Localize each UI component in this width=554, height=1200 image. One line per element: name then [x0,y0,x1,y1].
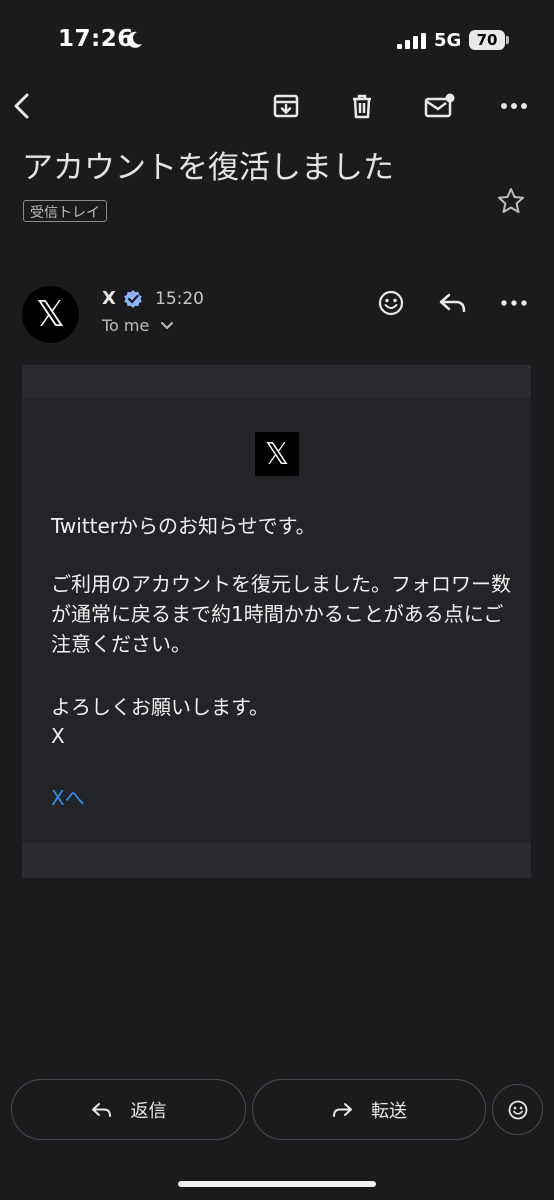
signal-icon [397,33,426,49]
email-body-footer-band [22,843,531,878]
battery-cap [506,36,509,44]
verified-badge-icon [124,290,142,308]
email-subject: アカウントを復活しました [22,150,394,186]
reply-button[interactable]: 返信 [11,1079,246,1140]
reply-icon [91,1102,111,1117]
reply-icon-button[interactable] [435,286,471,320]
delete-icon [353,94,371,119]
mark-unread-icon [424,93,455,118]
forward-label: 転送 [371,1100,407,1122]
body-paragraph: よろしくお願いします。 [51,695,269,719]
x-logo-icon: 𝕏 [255,432,299,476]
star-button[interactable] [496,186,526,220]
delete-button[interactable] [344,88,380,124]
sent-time: 15:20 [155,289,204,309]
add-reaction-button[interactable] [374,286,408,320]
home-indicator[interactable] [178,1181,376,1187]
inbox-label-chip[interactable]: 受信トレイ [23,200,107,222]
back-button[interactable] [4,88,40,124]
x-logo-glyph: 𝕏 [264,436,290,472]
emoji-icon [378,290,404,316]
body-signature: X [51,724,65,748]
chevron-down-icon[interactable] [160,321,174,331]
network-label: 5G [434,30,462,51]
archive-button[interactable] [268,88,304,124]
back-icon [14,93,29,119]
forward-button[interactable]: 転送 [252,1079,486,1140]
email-body-header-band [22,365,531,398]
sender-avatar[interactable]: 𝕏 [22,286,79,343]
body-paragraph: Twitterからのお知らせです。 [51,514,316,538]
body-paragraph: ご利用のアカウントを復元しました。フォロワー数が通常に戻るまで約1時間かかること… [51,572,511,656]
x-logo-icon: 𝕏 [35,294,65,335]
emoji-icon [508,1100,527,1119]
message-more-button[interactable] [498,286,530,320]
emoji-reaction-button[interactable] [492,1084,543,1135]
star-icon [498,188,524,213]
email-body: 𝕏 Twitterからのお知らせです。 ご利用のアカウントを復元しました。フォロ… [22,365,531,878]
more-options-button[interactable] [496,88,532,124]
reply-label: 返信 [130,1100,167,1122]
status-time: 17:26 [58,26,134,52]
sender-name[interactable]: X [102,288,116,309]
recipient-details[interactable]: To me [102,316,149,335]
more-icon [501,103,527,109]
mark-unread-button[interactable] [421,88,457,124]
battery-icon: 70 [469,30,505,50]
moon-icon [127,31,142,48]
forward-icon [333,1102,352,1117]
more-icon [501,300,527,306]
archive-icon [273,94,299,118]
reply-icon [439,293,466,313]
go-to-x-link[interactable]: Xへ [51,783,511,813]
